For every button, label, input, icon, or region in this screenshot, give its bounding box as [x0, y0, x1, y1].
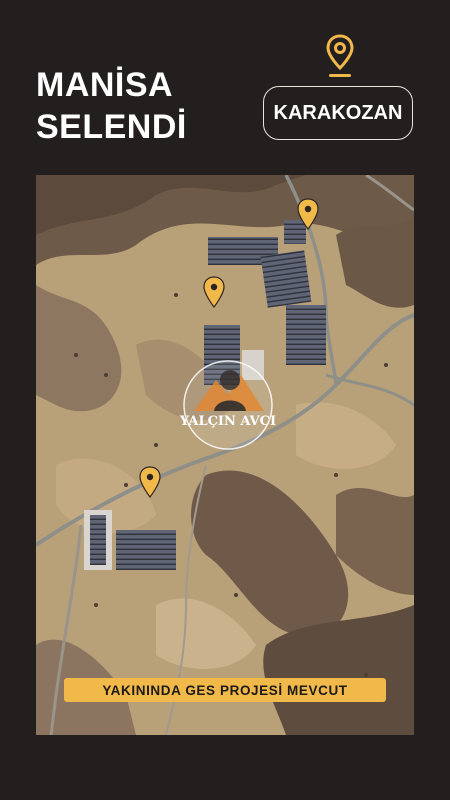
location-badge: KARAKOZAN — [263, 86, 413, 140]
map-image: YALÇIN AVCI — [36, 175, 414, 735]
project-banner-label: YAKININDA GES PROJESİ MEVCUT — [102, 682, 348, 698]
title-line-1: MANİSA — [36, 66, 174, 104]
satellite-map[interactable]: YALÇIN AVCI — [36, 175, 414, 735]
yalcin-avci-logo — [183, 360, 273, 450]
location-pin-icon — [326, 34, 354, 77]
title-line-2: SELENDİ — [36, 108, 187, 146]
watermark-text: YALÇIN AVCI — [179, 414, 276, 429]
page-title: MANİSA SELENDİ — [36, 64, 187, 148]
project-banner: YAKININDA GES PROJESİ MEVCUT — [64, 678, 386, 702]
location-badge-label: KARAKOZAN — [273, 101, 403, 124]
